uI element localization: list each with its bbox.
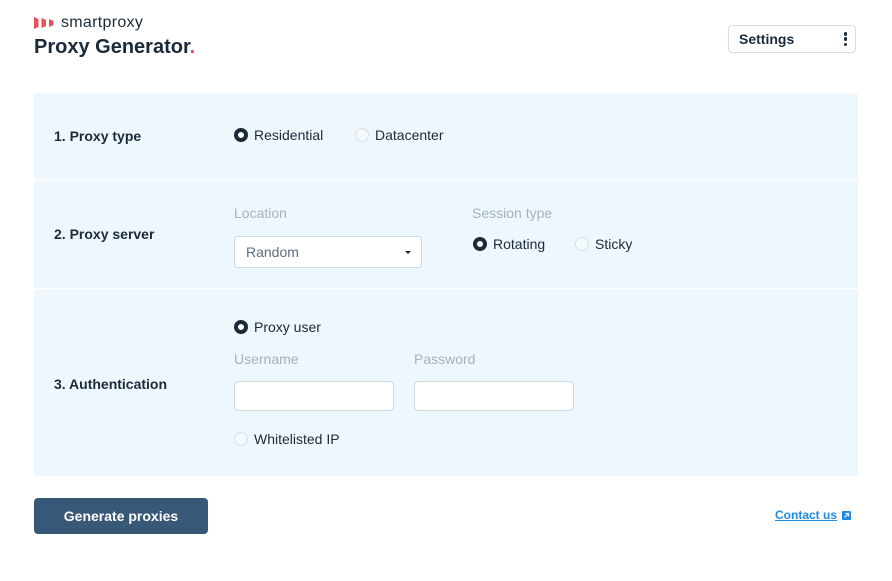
- password-input[interactable]: [414, 381, 574, 411]
- page-title-text: Proxy Generator: [34, 36, 190, 58]
- contact-us-link[interactable]: Contact us: [775, 508, 852, 522]
- radio-checked-icon: [234, 320, 248, 334]
- kebab-menu-icon: [843, 32, 847, 46]
- radio-sticky-label: Sticky: [595, 236, 633, 252]
- location-label: Location: [234, 205, 287, 221]
- proxy-type-label: 1. Proxy type: [54, 128, 142, 144]
- brand-name: smartproxy: [61, 14, 144, 31]
- session-type-label: Session type: [472, 205, 553, 221]
- radio-whitelisted-ip[interactable]: Whitelisted IP: [234, 431, 340, 447]
- radio-proxy-user[interactable]: Proxy user: [234, 319, 321, 335]
- contact-us-label: Contact us: [775, 508, 838, 522]
- page-title-dot: .: [189, 36, 196, 58]
- brand: smartproxy: [34, 14, 143, 32]
- settings-label: Settings: [739, 31, 795, 47]
- username-input[interactable]: [234, 381, 394, 411]
- proxy-server-label: 2. Proxy server: [54, 226, 155, 242]
- radio-unchecked-icon: [575, 237, 589, 251]
- radio-datacenter-label: Datacenter: [375, 127, 444, 143]
- authentication-label: 3. Authentication: [54, 376, 168, 392]
- location-select-value: Random: [246, 244, 299, 260]
- brand-logo-icon: [34, 17, 54, 29]
- radio-residential-label: Residential: [254, 127, 324, 143]
- radio-datacenter[interactable]: Datacenter: [355, 127, 443, 143]
- location-select[interactable]: Random: [234, 236, 422, 268]
- chevron-down-icon: [405, 250, 411, 254]
- proxy-type-section: 1. Proxy type Residential Datacenter: [34, 93, 858, 180]
- radio-rotating[interactable]: Rotating: [473, 236, 545, 252]
- radio-sticky[interactable]: Sticky: [575, 236, 632, 252]
- radio-whitelisted-ip-label: Whitelisted IP: [254, 431, 340, 447]
- radio-checked-icon: [473, 237, 487, 251]
- radio-unchecked-icon: [234, 432, 248, 446]
- authentication-section: 3. Authentication Proxy user Username Pa…: [34, 289, 858, 476]
- radio-residential[interactable]: Residential: [234, 127, 323, 143]
- external-link-icon: [842, 510, 852, 520]
- settings-button[interactable]: Settings: [728, 25, 856, 53]
- generate-proxies-button[interactable]: Generate proxies: [34, 498, 208, 534]
- radio-rotating-label: Rotating: [493, 236, 546, 252]
- proxy-form-panel: 1. Proxy type Residential Datacenter 2. …: [34, 93, 858, 476]
- username-label: Username: [234, 351, 299, 367]
- radio-unchecked-icon: [355, 128, 369, 142]
- radio-checked-icon: [234, 128, 248, 142]
- proxy-server-section: 2. Proxy server Location Random Session …: [34, 180, 858, 289]
- radio-proxy-user-label: Proxy user: [254, 319, 321, 335]
- page-title: Proxy Generator.: [34, 36, 195, 59]
- password-label: Password: [414, 351, 476, 367]
